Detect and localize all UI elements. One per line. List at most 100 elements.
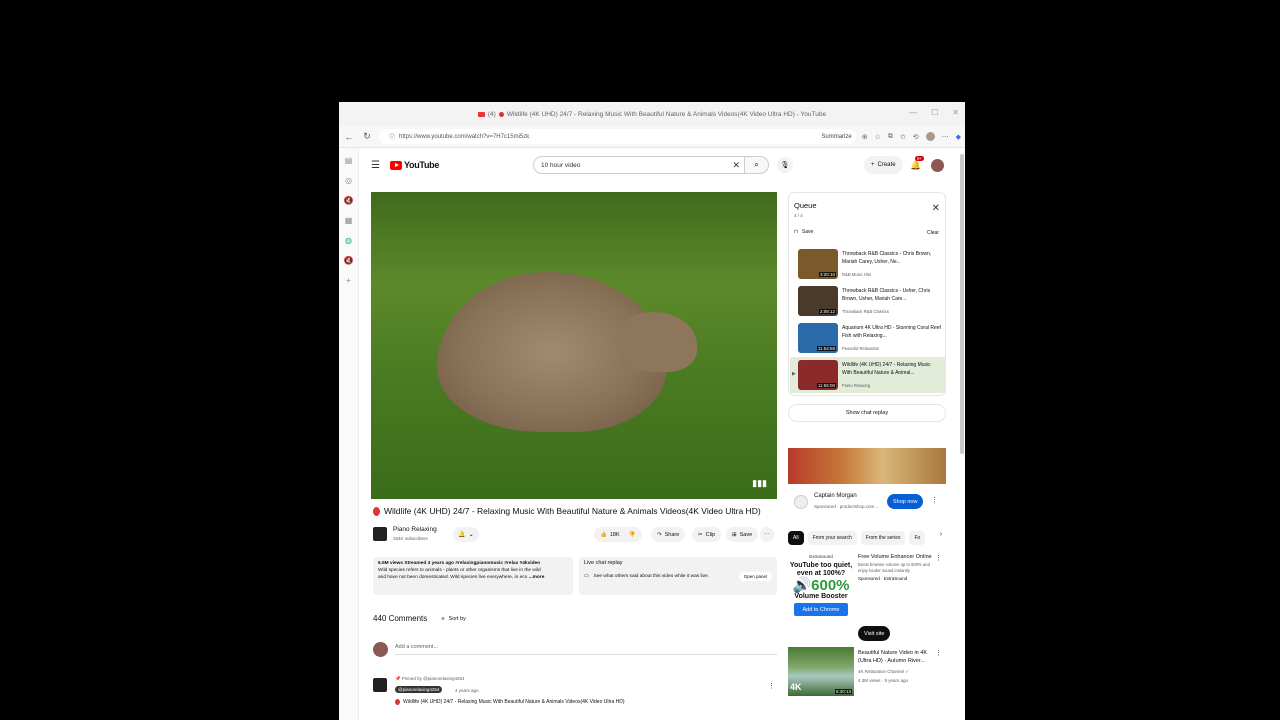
channel-row: Piano Relaxing 284K subscribers 🔔 ⌄ 👍 18… (373, 524, 777, 546)
clip-button[interactable]: ✂ Clip (692, 527, 722, 542)
chip-from-series[interactable]: From the series (860, 531, 906, 545)
ad2-image[interactable]: ExtraSound YouTube too quiet, even at 10… (788, 552, 854, 640)
commenter-handle[interactable]: @pianorelaxing4254 (395, 686, 443, 693)
voice-search-button[interactable]: 🎙 (777, 157, 793, 173)
history-icon[interactable]: ⟲ (913, 133, 919, 141)
window-title: Wildlife (4K UHD) 24/7 - Relaxing Music … (506, 110, 827, 118)
chip-truncated[interactable]: Fo (909, 531, 926, 545)
thumbs-down-icon[interactable]: 👎 (629, 532, 636, 538)
ad2-more-icon[interactable]: ⋮ (935, 554, 942, 562)
channel-avatar[interactable] (373, 527, 387, 541)
extensions-icon[interactable]: ⧉ (888, 133, 893, 141)
close-window-button[interactable]: ✕ (952, 108, 959, 117)
queue-duration: 11:54:58 (816, 346, 836, 351)
comment-input[interactable]: Add a comment... (395, 644, 438, 650)
sort-by-button[interactable]: ≡ Sort by (441, 616, 466, 622)
recommended-thumbnail: 4K 5:30:13 (788, 647, 854, 696)
user-avatar (373, 642, 388, 657)
show-chat-replay-button[interactable]: Show chat replay (788, 404, 946, 422)
notifications-button[interactable]: 🔔 9+ (910, 155, 925, 171)
recommended-video[interactable]: 4K 5:30:13 Beautiful Nature Video in 4K … (788, 647, 946, 697)
bookmark-icon: ⊓ (794, 229, 798, 235)
close-queue-icon[interactable]: ✕ (932, 203, 940, 214)
description-more-link[interactable]: ...more (529, 575, 545, 580)
url-field[interactable]: ⓘ https://www.youtube.com/watch?v=7H7c15… (379, 129, 856, 144)
description-meta: 6.5M views Streamed 4 years ago #relaxin… (378, 561, 541, 566)
visit-site-button[interactable]: Visit site (858, 626, 891, 641)
queue-item-now-playing[interactable]: ▶ 11:55:00 Wildlife (4K UHD) 24/7 - Rela… (790, 357, 946, 393)
summarize-button[interactable]: Summarize (821, 134, 855, 140)
copilot-icon[interactable]: ◆ (956, 133, 961, 141)
description-box[interactable]: 6.5M views Streamed 4 years ago #relaxin… (373, 557, 573, 595)
comment-underline (395, 654, 777, 655)
chip-all[interactable]: All (788, 531, 804, 545)
search-input[interactable]: 10 hour video ✕ (533, 156, 745, 174)
ad2-description: Boost browser volume up to 600% and enjo… (858, 562, 930, 573)
refresh-icon[interactable]: ↻ (361, 131, 373, 142)
account-avatar[interactable] (931, 158, 944, 172)
muted-tab-icon-2[interactable]: 🔇 (344, 256, 354, 265)
maximize-button[interactable]: ☐ (931, 108, 938, 117)
share-button[interactable]: ↷ Share (651, 527, 686, 542)
tab-prefix: (4) (487, 110, 496, 118)
sidebar-tab-icon[interactable]: ◎ (345, 176, 352, 185)
recommended-views: 4.3M views · 5 years ago (858, 678, 909, 683)
video-player[interactable]: ▮▮▮ (371, 192, 777, 499)
search-button[interactable]: ⌕ (745, 156, 769, 174)
profile-avatar[interactable] (925, 132, 935, 141)
create-button[interactable]: + Create (864, 156, 903, 174)
browser-window: (4) Wildlife (4K UHD) 24/7 - Relaxing Mu… (339, 102, 965, 720)
sidebar-tab-icon-2[interactable]: ▦ (345, 216, 353, 225)
queue-item-channel: Throwback R&B Classics (842, 309, 890, 314)
shop-now-button[interactable]: Shop now (887, 494, 924, 509)
queue-item[interactable]: 2:08:12 Throwback R&B Classics - Usher, … (790, 283, 946, 319)
tab-actions-icon[interactable]: ▤ (345, 156, 353, 165)
comment-more-icon[interactable]: ⋮ (768, 682, 775, 690)
queue-item[interactable]: 11:54:58 Aquarium 4K Ultra HD - Stunning… (790, 320, 946, 356)
browser-menu-icon[interactable]: ⋯ (942, 133, 949, 141)
bell-icon: 🔔 (910, 159, 922, 170)
sort-icon: ≡ (441, 615, 445, 622)
channel-name[interactable]: Piano Relaxing (393, 526, 437, 533)
open-panel-button[interactable]: Open panel (738, 572, 772, 581)
subscription-bell-button[interactable]: 🔔 ⌄ (453, 527, 479, 542)
comment-body: Wildlife (4K UHD) 24/7 - Relaxing Music … (395, 699, 625, 705)
new-tab-icon[interactable]: + (346, 276, 351, 285)
chip-from-search[interactable]: From your search (807, 531, 857, 545)
hamburger-menu-icon[interactable]: ☰ (371, 160, 380, 171)
ad2-title[interactable]: Free Volume Enhancer Online (858, 554, 938, 560)
muted-tab-icon[interactable]: 🔇 (344, 196, 354, 205)
recommended-more-icon[interactable]: ⋮ (935, 649, 942, 657)
commenter-avatar[interactable] (373, 678, 387, 692)
queue-clear-button[interactable]: Clear (927, 230, 939, 236)
player-controls-icon[interactable]: ▮▮▮ (752, 478, 767, 489)
ad-more-icon[interactable]: ⋮ (931, 496, 938, 504)
star-icon[interactable]: ☆ (875, 133, 881, 141)
queue-thumbnail: 11:55:00 (798, 360, 838, 390)
back-icon[interactable]: ← (343, 132, 355, 142)
page-scrollbar[interactable] (960, 154, 964, 454)
queue-item[interactable]: 3:20:10 Throwback R&B Classics - Chris B… (790, 246, 946, 282)
youtube-logo[interactable]: YouTube (390, 160, 439, 170)
queue-duration: 3:20:10 (818, 272, 836, 277)
minimize-button[interactable]: — (909, 108, 917, 117)
save-label: Save (739, 531, 753, 538)
ad-banner-image[interactable] (788, 448, 946, 484)
sidebar-tab-icon-3[interactable]: ◍ (345, 236, 352, 245)
bookmark-icon: ⊞ (732, 531, 737, 538)
youtube-page: ☰ YouTube 10 hour video ✕ ⌕ 🎙 + Create 🔔… (361, 148, 959, 720)
favorites-icon[interactable]: ✩ (900, 133, 906, 141)
share-label: Share (664, 531, 680, 538)
advertiser-name[interactable]: Captain Morgan (814, 493, 857, 499)
chevron-right-icon[interactable]: › (936, 531, 946, 538)
description-line2: and have not been domesticated. Wild spe… (378, 575, 528, 580)
red-circle-icon (395, 699, 400, 705)
clear-search-icon[interactable]: ✕ (732, 160, 740, 171)
add-to-chrome-button[interactable]: Add to Chrome (794, 603, 848, 616)
zoom-icon[interactable]: ⊕ (862, 133, 868, 141)
queue-save-button[interactable]: ⊓ Save (794, 229, 813, 235)
like-button[interactable]: 👍 18K 👎 (594, 527, 642, 542)
save-button[interactable]: ⊞ Save (726, 527, 759, 542)
more-actions-button[interactable]: ⋯ (760, 527, 774, 542)
advertiser-logo (794, 495, 808, 509)
